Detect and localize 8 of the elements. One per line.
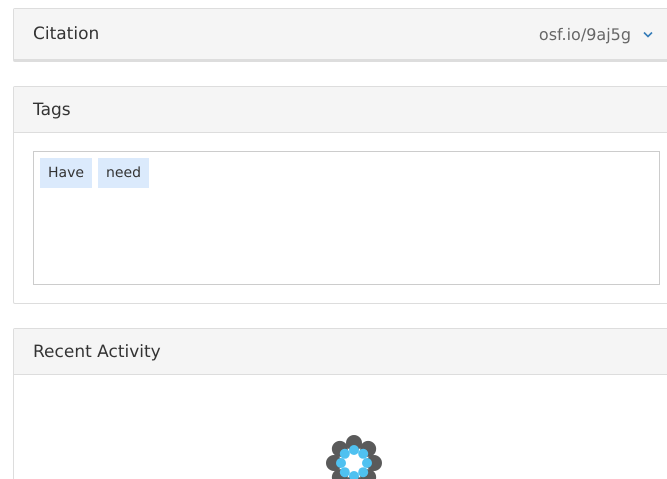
tag[interactable]: Have <box>40 158 92 188</box>
panel-title: Recent Activity <box>33 342 161 362</box>
panel-title: Tags <box>33 100 71 120</box>
tags-field[interactable]: Have need <box>33 151 660 285</box>
caret-icon[interactable] <box>643 30 653 38</box>
citation-link[interactable]: osf.io/9aj5g <box>538 24 631 44</box>
tag[interactable]: need <box>98 158 150 188</box>
panel-title: Citation <box>33 24 100 44</box>
